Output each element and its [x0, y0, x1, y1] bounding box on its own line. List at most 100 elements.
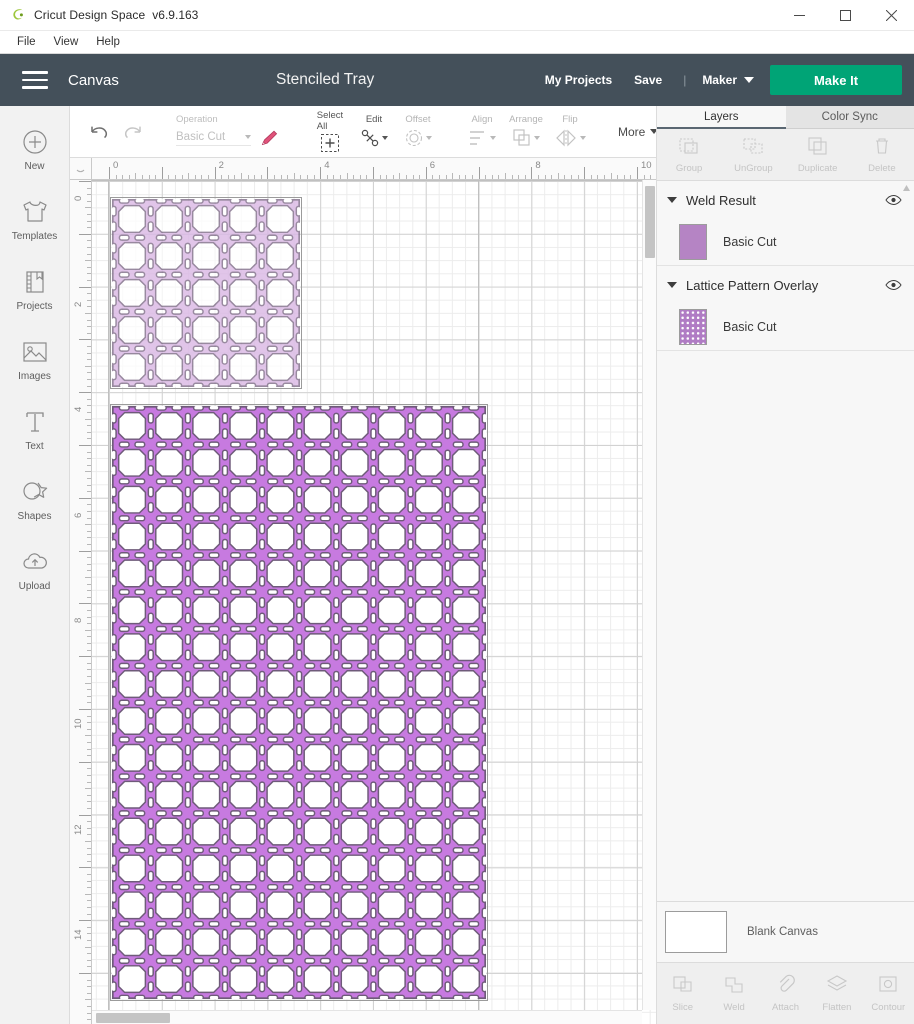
ruler-minor-tick: [87, 584, 91, 585]
layer-pattern-swatch[interactable]: [679, 309, 707, 345]
canvas-area[interactable]: 0246810 02468101214: [70, 158, 656, 1024]
ruler-minor-tick: [87, 729, 91, 730]
ruler-minor-tick: [287, 175, 288, 179]
visibility-eye-icon[interactable]: [884, 278, 902, 292]
edit-button[interactable]: Edit: [352, 110, 396, 154]
ruler-minor-tick: [87, 834, 91, 835]
tab-layers[interactable]: Layers: [657, 106, 786, 129]
ruler-label: 2: [219, 160, 224, 171]
ruler-minor-tick: [87, 874, 91, 875]
ruler-tick: [294, 173, 295, 179]
ruler-minor-tick: [87, 214, 91, 215]
layer-row[interactable]: Basic Cut: [657, 304, 914, 350]
menu-hamburger-icon[interactable]: [22, 71, 48, 89]
slice-button: Slice: [657, 963, 708, 1024]
sidebar-item-images[interactable]: Images: [0, 324, 69, 394]
redo-icon[interactable]: [116, 114, 150, 150]
ruler-minor-tick: [87, 907, 91, 908]
sidebar-label-images: Images: [18, 371, 51, 382]
ruler-corner: [70, 158, 92, 180]
select-all-button[interactable]: Select All: [308, 110, 352, 154]
layer-list[interactable]: Weld Result Basic Cut Lattice Pattern Ov…: [657, 181, 914, 901]
ruler-minor-tick: [413, 175, 414, 179]
vertical-ruler[interactable]: 02468101214: [70, 180, 92, 1024]
ruler-tick: [85, 841, 91, 842]
ruler-minor-tick: [314, 175, 315, 179]
ruler-minor-tick: [545, 175, 546, 179]
canvas-vertical-scrollbar[interactable]: [642, 180, 656, 1010]
visibility-eye-icon[interactable]: [884, 193, 902, 207]
ruler-minor-tick: [87, 610, 91, 611]
sidebar-label-projects: Projects: [16, 301, 52, 312]
layer-group-lattice-pattern-overlay[interactable]: Lattice Pattern Overlay Basic Cut: [657, 266, 914, 351]
disclosure-triangle-icon[interactable]: [667, 197, 677, 203]
canvas-shape-lattice-pattern-overlay[interactable]: [112, 199, 300, 387]
canvas-horizontal-scrollbar[interactable]: [92, 1010, 642, 1024]
ruler-minor-tick: [472, 175, 473, 179]
ungroup-label: UnGroup: [734, 163, 773, 174]
operation-select[interactable]: Basic Cut: [176, 131, 251, 146]
minimize-button[interactable]: [776, 0, 822, 31]
ruler-tick: [85, 894, 91, 895]
ruler-minor-tick: [87, 900, 91, 901]
ruler-minor-tick: [87, 306, 91, 307]
ruler-label: 12: [73, 824, 84, 835]
ruler-minor-tick: [564, 175, 565, 179]
ruler-minor-tick: [87, 636, 91, 637]
sidebar-item-new[interactable]: New: [0, 114, 69, 184]
pen-color-swatch[interactable]: [257, 127, 282, 149]
ruler-minor-tick: [87, 333, 91, 334]
ruler-minor-tick: [87, 425, 91, 426]
sidebar-label-new: New: [24, 161, 44, 172]
tab-color-sync[interactable]: Color Sync: [786, 106, 914, 129]
ruler-minor-tick: [597, 175, 598, 179]
sidebar-item-shapes[interactable]: Shapes: [0, 464, 69, 534]
ruler-minor-tick: [87, 881, 91, 882]
canvas-shape-weld-result[interactable]: [112, 406, 486, 999]
ruler-minor-tick: [87, 775, 91, 776]
machine-selector[interactable]: Maker: [696, 73, 764, 87]
scrollbar-thumb[interactable]: [96, 1013, 170, 1023]
layer-color-swatch[interactable]: [679, 224, 707, 260]
save-button[interactable]: Save: [623, 73, 673, 87]
ruler-minor-tick: [87, 993, 91, 994]
sidebar-item-upload[interactable]: Upload: [0, 534, 69, 604]
ruler-minor-tick: [87, 953, 91, 954]
undo-icon[interactable]: [82, 114, 116, 150]
ruler-minor-tick: [87, 557, 91, 558]
ruler-minor-tick: [87, 927, 91, 928]
mat-top-edge: [92, 180, 656, 181]
select-all-label: Select All: [317, 110, 343, 132]
sidebar-item-projects[interactable]: Projects: [0, 254, 69, 324]
menu-file[interactable]: File: [8, 34, 45, 50]
ruler-minor-tick: [87, 570, 91, 571]
sidebar-item-text[interactable]: Text: [0, 394, 69, 464]
maximize-button[interactable]: [822, 0, 868, 31]
my-projects-link[interactable]: My Projects: [534, 73, 623, 87]
chevron-down-icon: [426, 136, 432, 140]
canvas-color-swatch[interactable]: [665, 911, 727, 953]
group-label: Group: [676, 163, 702, 174]
canvas-viewport[interactable]: [92, 180, 656, 1024]
scrollbar-thumb[interactable]: [645, 186, 655, 258]
blank-canvas-row[interactable]: Blank Canvas: [657, 902, 914, 962]
sidebar-item-templates[interactable]: Templates: [0, 184, 69, 254]
layer-scroll-up-icon[interactable]: [902, 184, 911, 193]
layer-group-weld-result[interactable]: Weld Result Basic Cut: [657, 181, 914, 266]
duplicate-button: Duplicate: [786, 129, 850, 180]
horizontal-ruler[interactable]: 0246810: [92, 158, 656, 180]
menu-view[interactable]: View: [45, 34, 88, 50]
ruler-minor-tick: [87, 1019, 91, 1020]
ruler-minor-tick: [87, 320, 91, 321]
close-button[interactable]: [868, 0, 914, 31]
layer-group-name: Lattice Pattern Overlay: [686, 278, 884, 293]
layer-row[interactable]: Basic Cut: [657, 219, 914, 265]
ruler-tick: [79, 498, 91, 499]
menu-help[interactable]: Help: [87, 34, 129, 50]
ruler-tick: [85, 524, 91, 525]
text-t-icon: [20, 407, 50, 437]
make-it-button[interactable]: Make It: [770, 65, 902, 95]
weld-label: Weld: [723, 1002, 744, 1013]
chevron-down-icon: [490, 136, 496, 140]
disclosure-triangle-icon[interactable]: [667, 282, 677, 288]
